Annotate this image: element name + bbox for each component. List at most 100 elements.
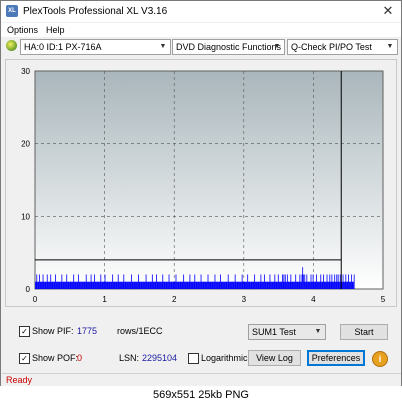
- data-bar: [126, 281, 128, 289]
- data-bar: [42, 274, 44, 289]
- function-select[interactable]: DVD Diagnostic Functions ▼: [172, 39, 285, 55]
- data-bar: [316, 274, 317, 289]
- data-bar: [317, 281, 319, 289]
- data-bar: [263, 281, 265, 289]
- logarithmic-label: Logarithmic: [201, 353, 248, 363]
- data-bar: [124, 281, 125, 289]
- data-bar: [94, 274, 95, 289]
- data-bar: [215, 281, 217, 289]
- data-bar: [146, 281, 148, 289]
- data-bar: [244, 281, 246, 289]
- data-bar: [227, 281, 228, 289]
- data-bar: [98, 281, 100, 289]
- data-bar: [306, 274, 308, 289]
- data-bar: [214, 274, 216, 289]
- chevron-down-icon: ▼: [314, 328, 322, 335]
- data-bar: [173, 281, 175, 289]
- sum-test-select[interactable]: SUM1 Test ▼: [248, 324, 326, 340]
- data-bar: [154, 281, 156, 289]
- data-bar: [177, 281, 179, 289]
- data-bar: [293, 281, 295, 289]
- data-bar: [248, 281, 250, 289]
- menu-options[interactable]: Options: [7, 24, 38, 36]
- data-bar: [209, 281, 210, 289]
- data-bar: [226, 281, 228, 289]
- show-pif-checkbox[interactable]: ✓: [19, 326, 30, 337]
- test-select[interactable]: Q-Check PI/PO Test ▼: [287, 39, 398, 55]
- data-bar: [122, 281, 123, 289]
- info-icon[interactable]: i: [372, 351, 388, 367]
- data-bar: [290, 274, 292, 289]
- data-bar: [58, 281, 60, 289]
- data-bar: [99, 281, 101, 289]
- data-bar: [264, 281, 266, 289]
- data-bar: [48, 281, 50, 289]
- data-bar: [77, 281, 79, 289]
- data-bar: [252, 281, 253, 289]
- data-bar: [215, 281, 217, 289]
- data-bar: [319, 281, 321, 289]
- data-bar: [267, 281, 269, 289]
- data-bar: [277, 281, 279, 289]
- close-button[interactable]: ✕: [379, 3, 397, 19]
- data-bar: [64, 281, 66, 289]
- data-bar: [110, 281, 111, 289]
- data-bar: [262, 281, 264, 289]
- data-bar: [186, 281, 188, 289]
- data-bar: [170, 281, 172, 289]
- data-bar: [300, 281, 301, 289]
- data-bar: [165, 281, 167, 289]
- y-axis-ticks: 0 10 20 30: [21, 67, 30, 294]
- data-bar: [243, 281, 245, 289]
- drive-select[interactable]: HA:0 ID:1 PX-716A ▼: [20, 39, 171, 55]
- data-bar: [242, 281, 244, 289]
- data-bar: [140, 281, 142, 289]
- data-bar: [339, 274, 341, 289]
- data-bar: [256, 281, 258, 289]
- view-log-button[interactable]: View Log: [248, 350, 301, 366]
- data-bar: [246, 281, 248, 289]
- data-bar: [129, 281, 131, 289]
- start-button[interactable]: Start: [340, 324, 388, 340]
- data-bar: [201, 281, 203, 289]
- data-bar: [205, 281, 207, 289]
- data-bar: [320, 274, 322, 289]
- data-bar: [183, 281, 185, 289]
- data-bar: [135, 281, 137, 289]
- data-bar: [288, 281, 290, 289]
- data-bar: [117, 281, 118, 289]
- data-bar: [69, 281, 70, 289]
- data-bar: [270, 281, 272, 289]
- data-bar: [208, 281, 210, 289]
- data-bar: [218, 281, 219, 289]
- data-bar: [291, 281, 292, 289]
- data-bar: [72, 281, 74, 289]
- data-bar: [57, 281, 59, 289]
- pof-value: 0: [77, 353, 83, 363]
- data-bar: [235, 281, 237, 289]
- data-bar: [60, 281, 61, 289]
- menu-help[interactable]: Help: [46, 24, 65, 36]
- data-bar: [50, 274, 52, 289]
- pi-po-chart: 0 10 20 30 0 1 2 3 4 5: [21, 67, 386, 304]
- data-bar: [338, 281, 340, 289]
- data-bar: [80, 281, 82, 289]
- data-bar: [160, 281, 162, 289]
- data-bar: [80, 281, 82, 289]
- show-pof-checkbox[interactable]: ✓: [19, 353, 30, 364]
- logarithmic-checkbox[interactable]: [188, 353, 199, 364]
- data-bar: [123, 274, 125, 289]
- data-bar: [294, 281, 296, 289]
- data-bar: [350, 281, 352, 289]
- data-bar: [89, 281, 91, 289]
- data-bar: [190, 281, 192, 289]
- data-bar: [37, 281, 38, 289]
- title-bar: XL PlexTools Professional XL V3.16 ✕: [1, 1, 401, 22]
- data-bar: [197, 281, 198, 289]
- data-bar: [87, 281, 89, 289]
- data-bar: [341, 281, 343, 289]
- preferences-button[interactable]: Preferences: [307, 350, 365, 366]
- data-bar: [334, 274, 336, 289]
- data-bar: [151, 281, 153, 289]
- data-bar: [51, 281, 53, 289]
